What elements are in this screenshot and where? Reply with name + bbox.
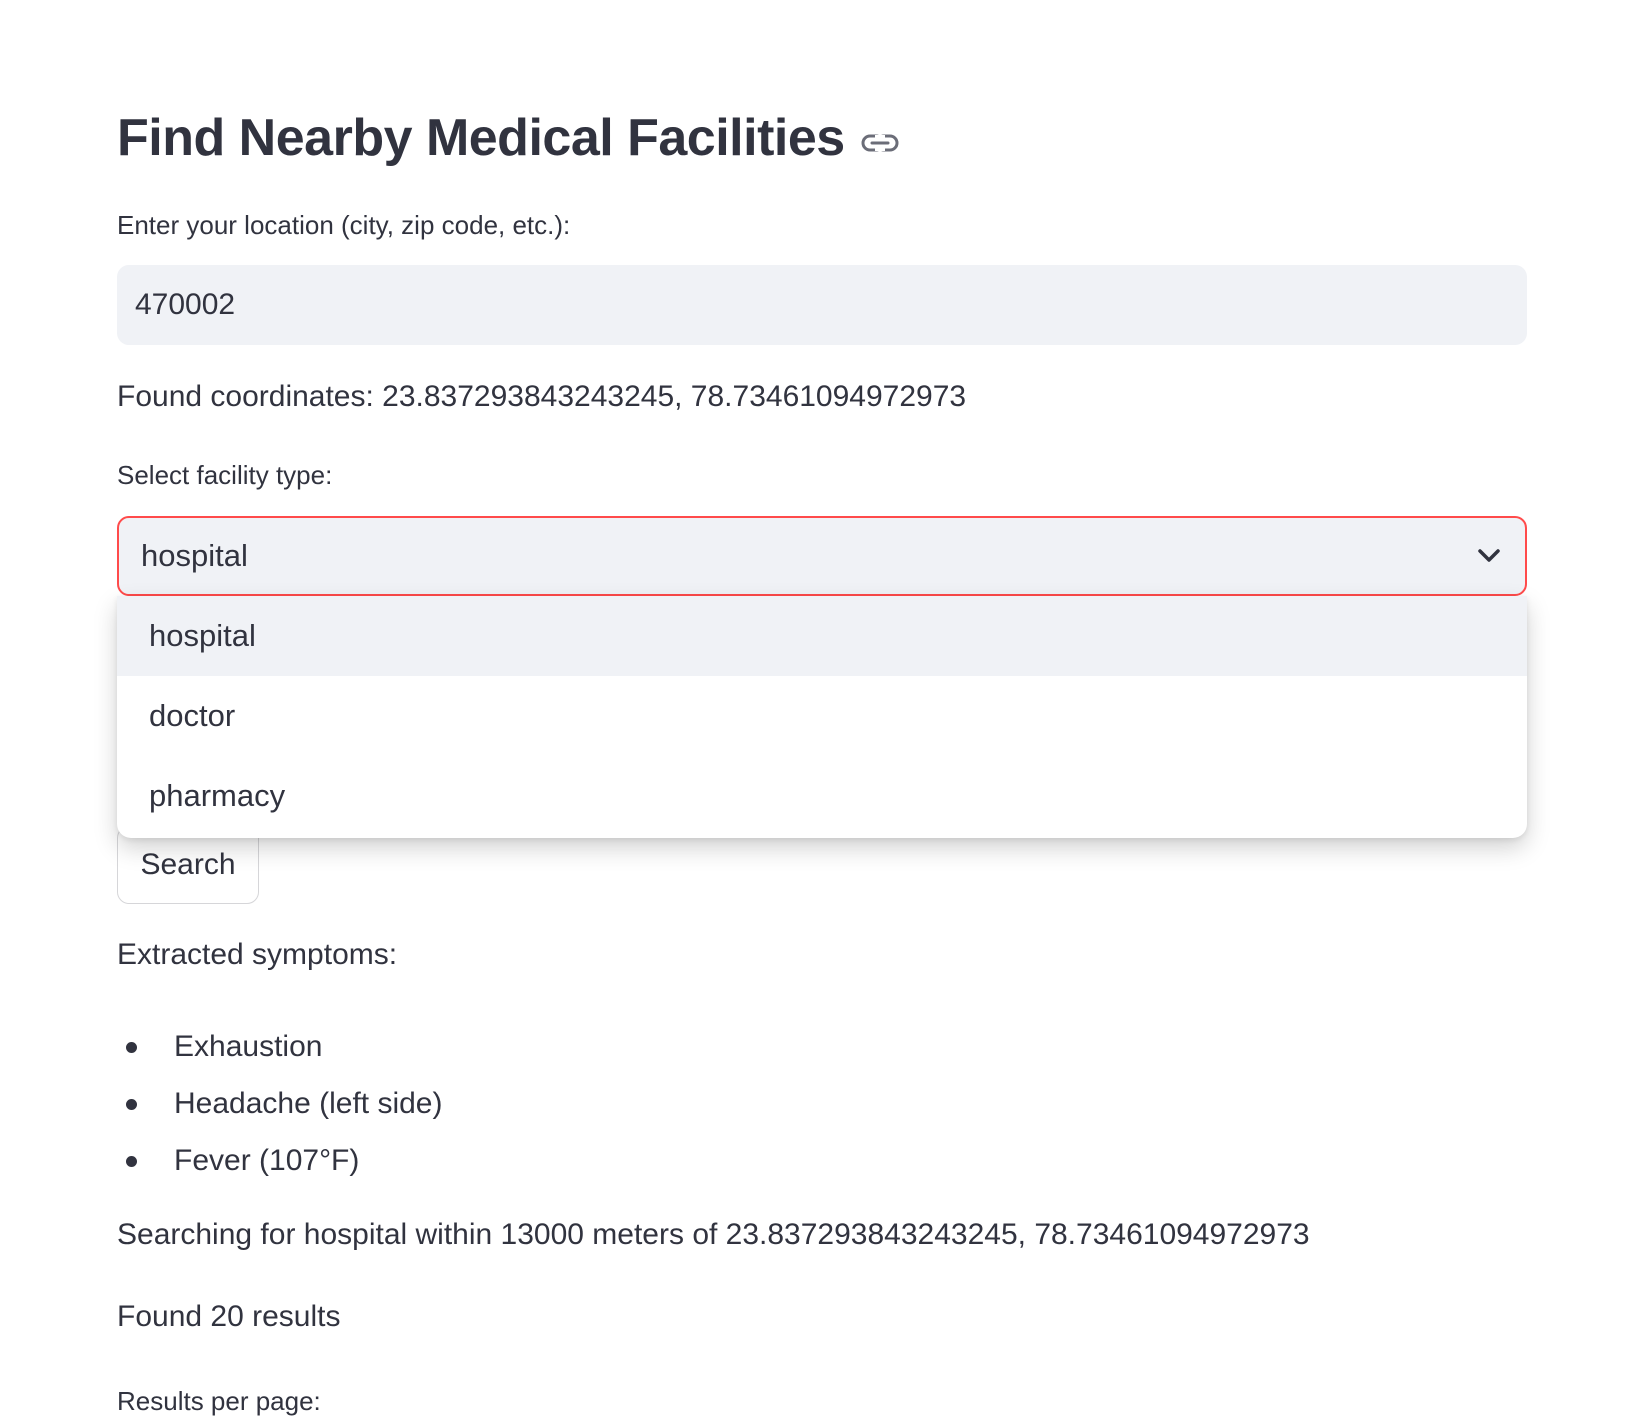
link-icon[interactable] bbox=[861, 130, 899, 156]
list-item: Headache (left side) bbox=[117, 1075, 442, 1132]
facility-type-select[interactable]: hospital bbox=[117, 516, 1527, 596]
search-status-text: Searching for hospital within 13000 mete… bbox=[117, 1218, 1310, 1251]
symptom-text: Headache (left side) bbox=[174, 1086, 443, 1120]
page-title: Find Nearby Medical Facilities bbox=[117, 109, 845, 167]
list-item: Exhaustion bbox=[117, 1018, 442, 1075]
results-per-page-label: Results per page: bbox=[117, 1386, 321, 1416]
symptom-list: Exhaustion Headache (left side) Fever (1… bbox=[117, 1018, 442, 1189]
bullet-icon bbox=[126, 1041, 137, 1053]
location-label: Enter your location (city, zip code, etc… bbox=[117, 210, 571, 240]
facility-type-label: Select facility type: bbox=[117, 460, 333, 490]
coordinates-text: Found coordinates: 23.837293843243245, 7… bbox=[117, 380, 967, 413]
facility-type-selected-value: hospital bbox=[141, 538, 248, 573]
title-row: Find Nearby Medical Facilities bbox=[117, 108, 899, 168]
symptom-text: Exhaustion bbox=[174, 1029, 323, 1063]
results-count-text: Found 20 results bbox=[117, 1300, 341, 1333]
dropdown-option-hospital[interactable]: hospital bbox=[117, 596, 1527, 676]
bullet-icon bbox=[126, 1098, 137, 1110]
dropdown-option-pharmacy[interactable]: pharmacy bbox=[117, 756, 1527, 836]
location-input[interactable] bbox=[117, 265, 1527, 345]
list-item: Fever (107°F) bbox=[117, 1132, 442, 1189]
symptom-text: Fever (107°F) bbox=[174, 1143, 360, 1177]
chevron-down-icon[interactable] bbox=[1475, 546, 1503, 566]
facility-type-dropdown-menu: hospital doctor pharmacy bbox=[117, 596, 1527, 838]
symptoms-heading: Extracted symptoms: bbox=[117, 938, 398, 971]
bullet-icon bbox=[126, 1155, 137, 1167]
dropdown-option-doctor[interactable]: doctor bbox=[117, 676, 1527, 756]
app-page: Find Nearby Medical Facilities Enter you… bbox=[0, 0, 1638, 1422]
